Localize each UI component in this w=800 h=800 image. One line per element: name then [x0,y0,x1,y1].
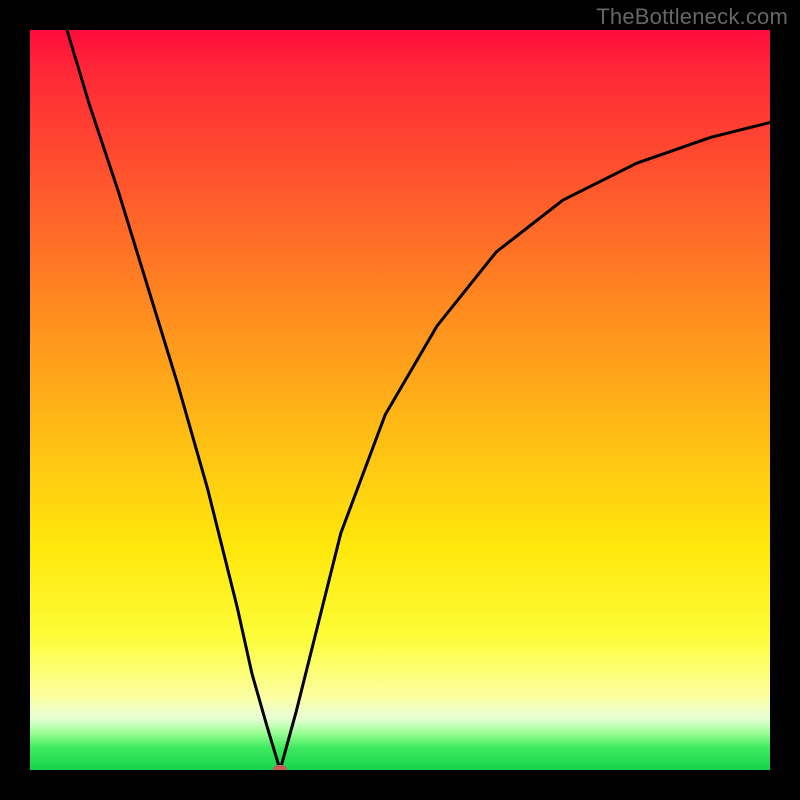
minimum-marker [273,765,287,770]
bottleneck-curve [67,30,770,770]
curve-layer [30,30,770,770]
chart-frame: TheBottleneck.com [0,0,800,800]
plot-area [30,30,770,770]
watermark-text: TheBottleneck.com [596,4,788,30]
